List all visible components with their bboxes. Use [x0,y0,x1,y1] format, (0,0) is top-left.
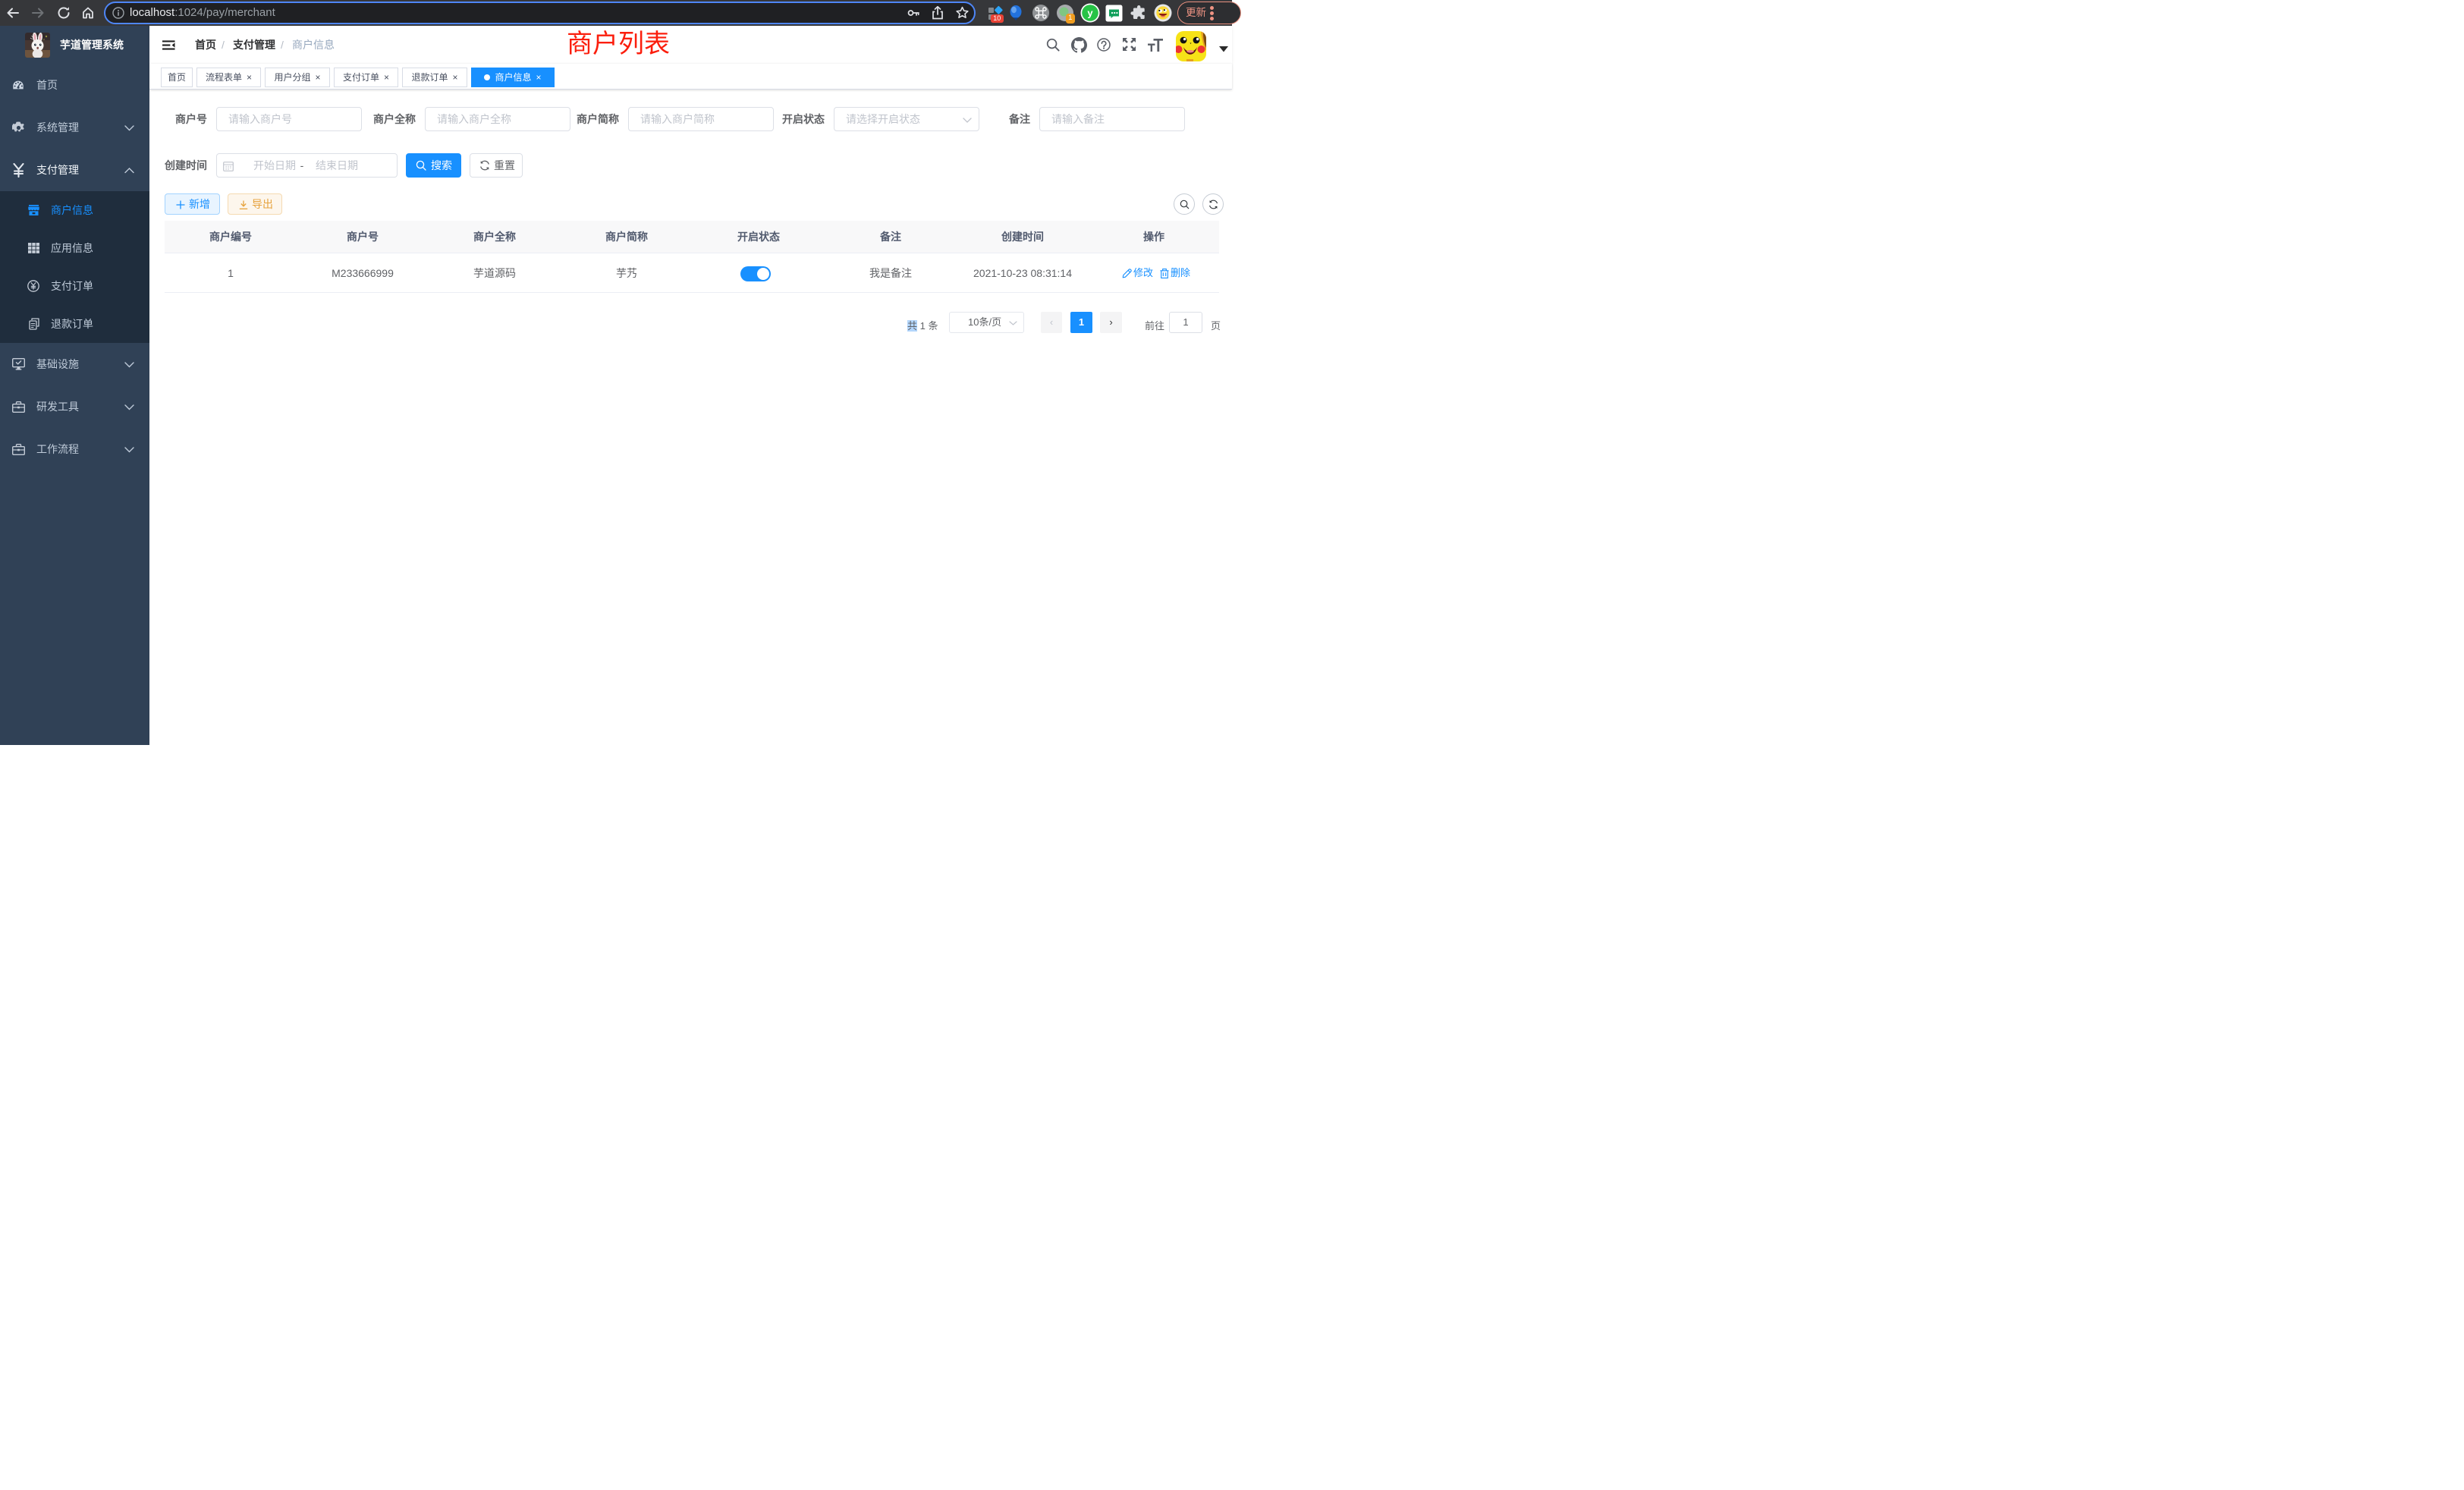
svg-text:y: y [1087,8,1093,19]
